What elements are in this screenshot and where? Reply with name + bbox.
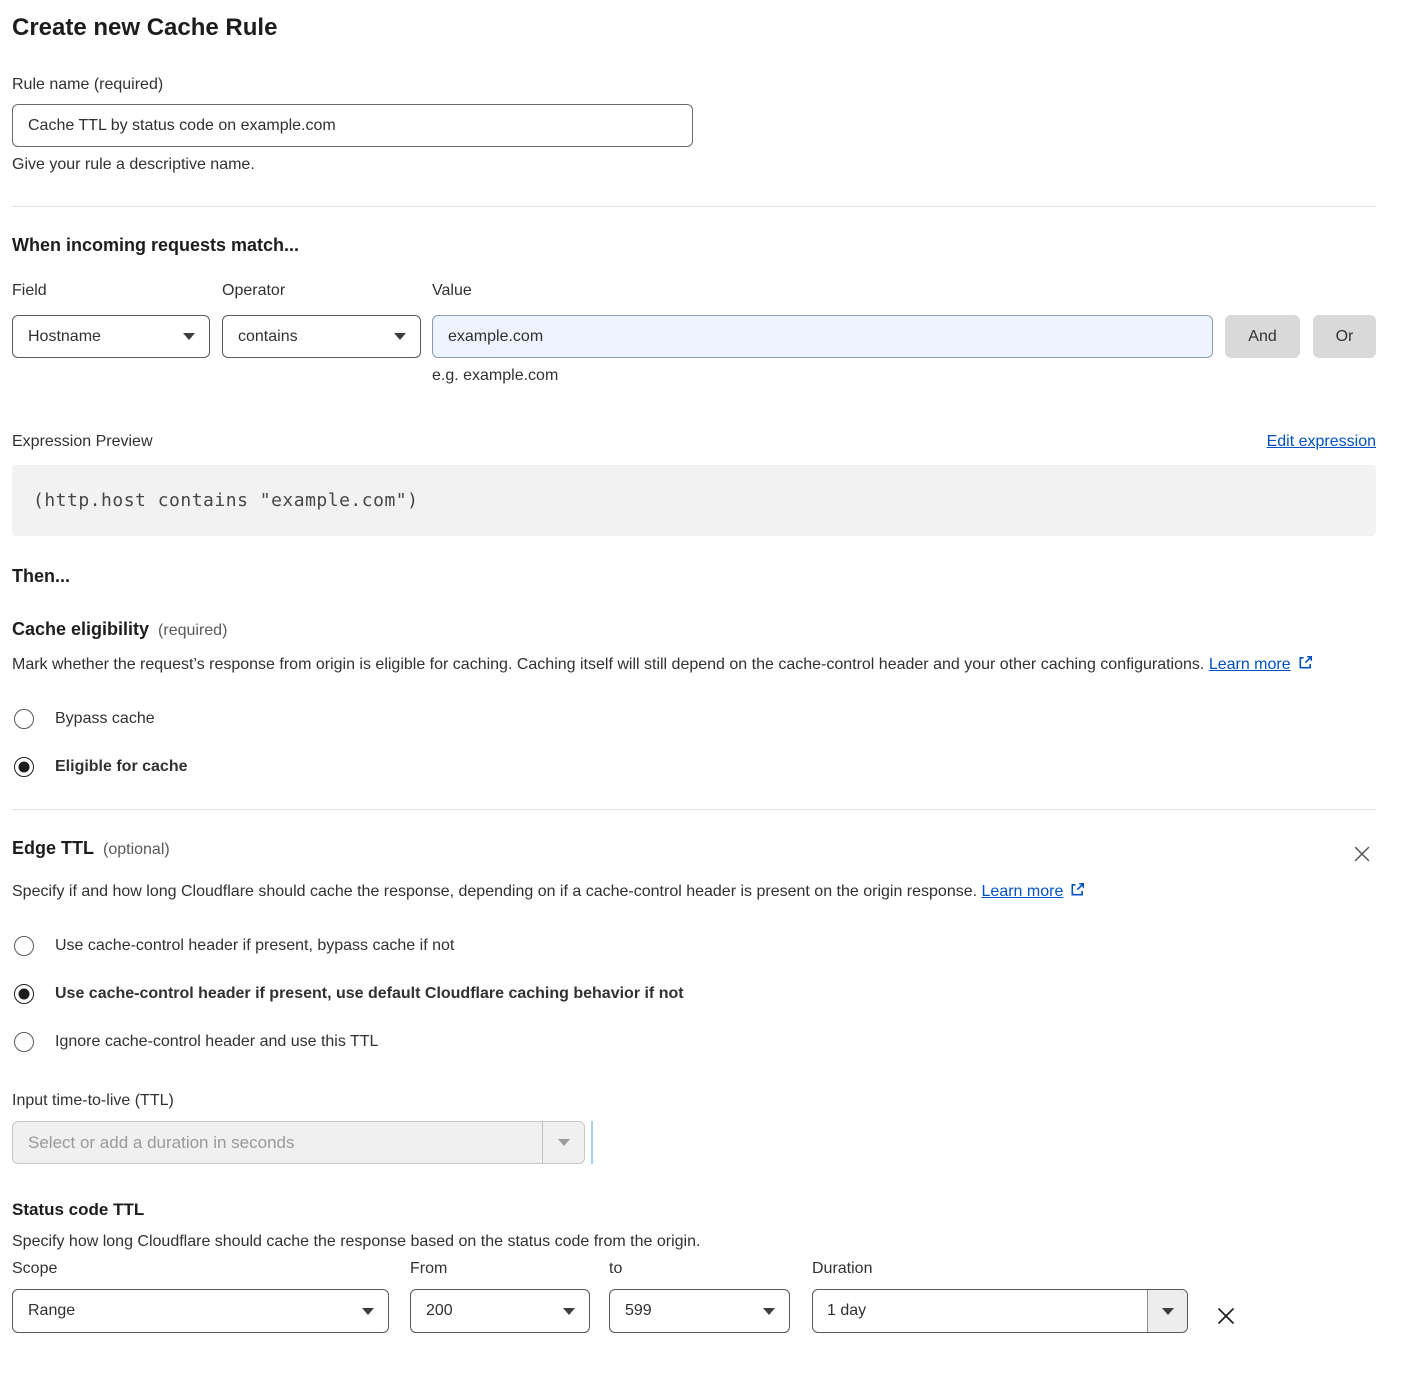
from-select-value: 200 [426, 1302, 453, 1320]
scope-select[interactable]: Range [12, 1289, 389, 1333]
rule-name-input[interactable] [12, 104, 693, 147]
match-condition-row: Field Hostname Operator contains Value e… [12, 282, 1376, 385]
value-label: Value [432, 282, 1213, 300]
edge-ttl-description-text: Specify if and how long Cloudflare shoul… [12, 883, 977, 900]
field-label: Field [12, 282, 210, 300]
edge-ttl-radio-bypass[interactable] [14, 936, 34, 956]
cache-eligibility-description: Mark whether the request’s response from… [12, 651, 1376, 681]
scope-select-value: Range [28, 1302, 75, 1320]
edit-expression-link[interactable]: Edit expression [1267, 433, 1376, 451]
expression-header: Expression Preview Edit expression [12, 433, 1376, 451]
scope-group: Scope Range [12, 1260, 389, 1333]
eligible-for-cache-option[interactable]: Eligible for cache [12, 757, 1376, 777]
chevron-down-icon [183, 333, 195, 340]
text-caret [591, 1121, 593, 1164]
value-helper: e.g. example.com [432, 367, 1213, 385]
duration-label: Duration [812, 1260, 1188, 1278]
eligible-for-cache-label: Eligible for cache [55, 758, 187, 776]
ttl-duration-select[interactable]: Select or add a duration in seconds [12, 1121, 585, 1164]
expression-code: (http.host contains "example.com") [33, 490, 418, 511]
eligible-for-cache-radio[interactable] [14, 757, 34, 777]
edge-ttl-option-ignore-label: Ignore cache-control header and use this… [55, 1033, 378, 1051]
edge-ttl-radio-default[interactable] [14, 984, 34, 1004]
duration-select[interactable]: 1 day [812, 1289, 1188, 1333]
to-group: to 599 [609, 1260, 790, 1333]
from-label: From [410, 1260, 590, 1278]
chevron-down-icon [763, 1308, 775, 1315]
bypass-cache-option[interactable]: Bypass cache [12, 709, 1376, 729]
rule-name-section: Rule name (required) Give your rule a de… [12, 76, 1376, 174]
chevron-down-icon [558, 1139, 570, 1146]
edge-ttl-option-bypass[interactable]: Use cache-control header if present, byp… [12, 936, 1376, 956]
operator-group: Operator contains [222, 282, 421, 358]
ttl-duration-arrow-button[interactable] [542, 1122, 584, 1163]
duration-group: Duration 1 day [812, 1260, 1188, 1333]
required-tag: (required) [158, 622, 227, 640]
ttl-select-row: Select or add a duration in seconds [12, 1121, 1376, 1164]
scope-label: Scope [12, 1260, 389, 1278]
expression-preview-box: (http.host contains "example.com") [12, 465, 1376, 536]
field-group: Field Hostname [12, 282, 210, 358]
operator-label: Operator [222, 282, 421, 300]
cache-eligibility-header: Cache eligibility (required) [12, 619, 1376, 640]
to-select[interactable]: 599 [609, 1289, 790, 1333]
status-code-ttl-row: Scope Range From 200 to 599 Duration 1 d… [12, 1260, 1376, 1335]
close-icon [1352, 852, 1372, 867]
or-button[interactable]: Or [1313, 315, 1376, 358]
remove-status-ttl-row-button[interactable] [1210, 1300, 1242, 1335]
match-heading: When incoming requests match... [12, 235, 1376, 256]
external-link-icon [1069, 880, 1086, 908]
from-group: From 200 [410, 1260, 590, 1333]
optional-tag: (optional) [103, 841, 170, 859]
and-button[interactable]: And [1225, 315, 1300, 358]
rule-name-label: Rule name (required) [12, 76, 1376, 94]
rule-name-helper: Give your rule a descriptive name. [12, 156, 1376, 174]
field-select-value: Hostname [28, 328, 101, 346]
edge-ttl-header: Edge TTL (optional) [12, 838, 1376, 871]
from-select[interactable]: 200 [410, 1289, 590, 1333]
create-cache-rule-form: Create new Cache Rule Rule name (require… [0, 0, 1412, 1359]
external-link-icon [1297, 653, 1314, 681]
edge-ttl-option-default-label: Use cache-control header if present, use… [55, 985, 684, 1003]
edge-ttl-option-bypass-label: Use cache-control header if present, byp… [55, 937, 454, 955]
operator-select[interactable]: contains [222, 315, 421, 358]
status-code-ttl-title: Status code TTL [12, 1200, 1376, 1220]
section-divider [12, 809, 1376, 810]
chevron-down-icon [563, 1308, 575, 1315]
edge-ttl-option-default[interactable]: Use cache-control header if present, use… [12, 984, 1376, 1004]
section-divider [12, 206, 1376, 207]
edge-ttl-radio-ignore[interactable] [14, 1032, 34, 1052]
chevron-down-icon [1162, 1308, 1174, 1315]
edge-ttl-title: Edge TTL [12, 838, 94, 859]
value-group: Value e.g. example.com [432, 282, 1213, 385]
edge-ttl-close-button[interactable] [1348, 840, 1376, 871]
operator-select-value: contains [238, 328, 298, 346]
expression-preview-label: Expression Preview [12, 433, 153, 451]
bypass-cache-label: Bypass cache [55, 710, 155, 728]
edge-ttl-title-row: Edge TTL (optional) [12, 838, 170, 859]
status-code-ttl-description: Specify how long Cloudflare should cache… [12, 1233, 1376, 1251]
chevron-down-icon [394, 333, 406, 340]
edge-ttl-description: Specify if and how long Cloudflare shoul… [12, 878, 1376, 908]
value-input[interactable] [432, 315, 1213, 358]
chevron-down-icon [362, 1308, 374, 1315]
duration-arrow-button[interactable] [1147, 1290, 1187, 1332]
then-heading: Then... [12, 566, 1376, 587]
cache-eligibility-learn-more-link[interactable]: Learn more [1209, 656, 1291, 673]
remove-icon [1214, 1316, 1238, 1331]
cache-eligibility-description-text: Mark whether the request’s response from… [12, 656, 1204, 673]
duration-select-value: 1 day [813, 1290, 1147, 1332]
bypass-cache-radio[interactable] [14, 709, 34, 729]
edge-ttl-learn-more-link[interactable]: Learn more [982, 883, 1064, 900]
ttl-input-label: Input time-to-live (TTL) [12, 1092, 1376, 1110]
page-title: Create new Cache Rule [12, 14, 1376, 42]
to-label: to [609, 1260, 790, 1278]
ttl-duration-placeholder: Select or add a duration in seconds [13, 1122, 542, 1163]
edge-ttl-option-ignore[interactable]: Ignore cache-control header and use this… [12, 1032, 1376, 1052]
to-select-value: 599 [625, 1302, 652, 1320]
cache-eligibility-title: Cache eligibility [12, 619, 149, 640]
field-select[interactable]: Hostname [12, 315, 210, 358]
